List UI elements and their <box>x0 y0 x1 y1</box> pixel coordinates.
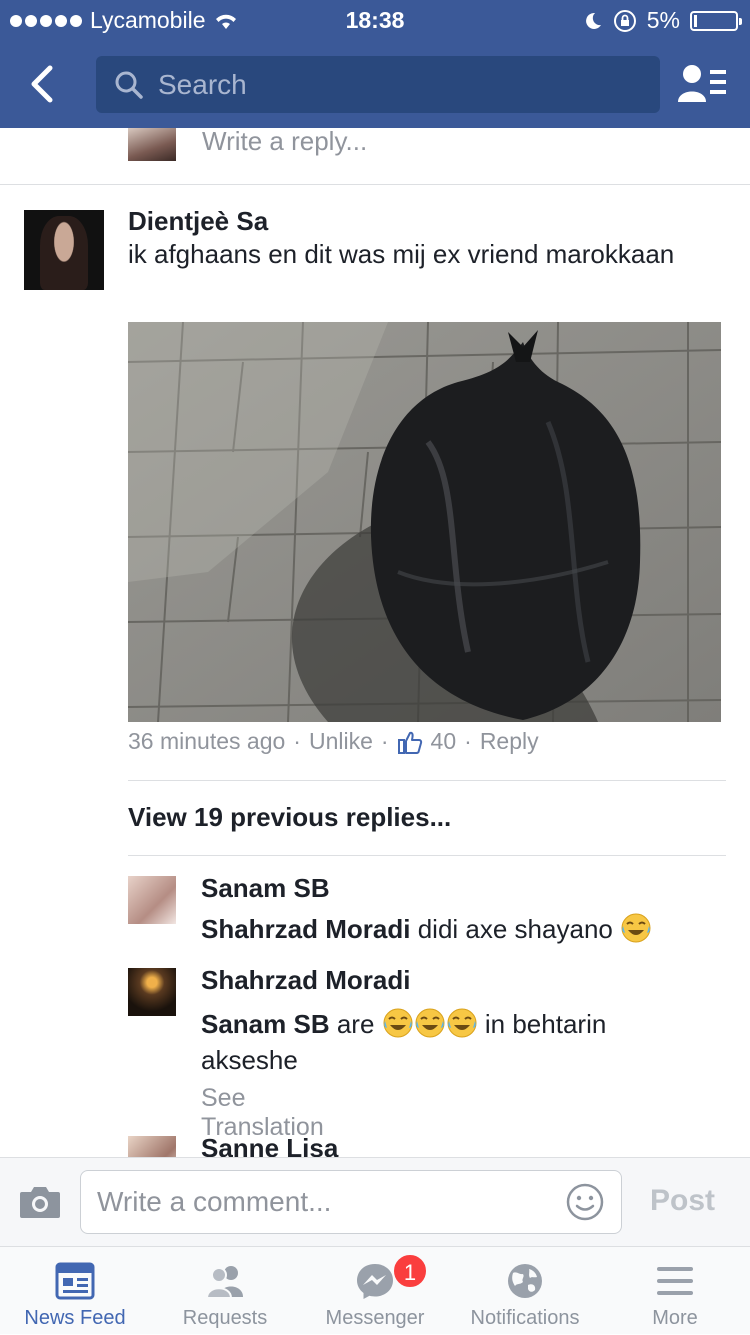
rotation-lock-icon <box>613 9 636 32</box>
comment-timestamp: 36 minutes ago <box>128 728 286 754</box>
like-icon <box>397 731 422 754</box>
tab-label: Messenger <box>325 1307 425 1329</box>
write-reply-input[interactable]: Write a reply... <box>202 128 367 157</box>
back-button[interactable] <box>22 62 66 106</box>
like-count[interactable]: 40 <box>431 728 457 755</box>
moon-icon <box>585 12 601 29</box>
tab-messenger[interactable]: 1 Messenger <box>300 1247 450 1335</box>
comment-meta: 36 minutes ago · Unlike · 40 · Reply <box>128 728 539 755</box>
tab-label: News Feed <box>24 1307 126 1329</box>
tears-of-joy-emoji-icon <box>383 1008 413 1038</box>
news-feed-icon <box>55 1262 95 1300</box>
tab-more[interactable]: More <box>600 1247 750 1335</box>
friends-list-button[interactable] <box>676 60 728 108</box>
reply-link[interactable]: Reply <box>480 728 539 755</box>
tab-label: Requests <box>182 1307 268 1329</box>
unlike-link[interactable]: Unlike <box>309 728 373 755</box>
comment-input[interactable]: Write a comment... <box>80 1170 622 1234</box>
top-nav-bar: Search <box>0 40 750 128</box>
avatar[interactable] <box>128 968 176 1016</box>
reply-author[interactable]: Shahrzad Moradi <box>201 965 410 996</box>
menu-icon <box>657 1267 693 1295</box>
divider <box>128 855 726 856</box>
status-bar: Lycamobile 18:38 5% <box>0 0 750 40</box>
reply-text: Shahrzad Moradi didi axe shayano <box>201 911 701 947</box>
tears-of-joy-emoji-icon <box>415 1008 445 1038</box>
tab-news-feed[interactable]: News Feed <box>0 1247 150 1335</box>
comment-author[interactable]: Dientjeè Sa <box>128 206 268 237</box>
view-previous-replies-link[interactable]: View 19 previous replies... <box>128 802 451 833</box>
battery-percent: 5% <box>646 7 680 33</box>
requests-icon <box>205 1266 243 1299</box>
comment-text: ik afghaans en dit was mij ex vriend mar… <box>128 239 675 269</box>
divider <box>128 780 726 781</box>
avatar <box>128 128 176 161</box>
post-button[interactable]: Post <box>650 1184 715 1218</box>
camera-button[interactable] <box>18 1184 62 1220</box>
tears-of-joy-emoji-icon <box>447 1008 477 1038</box>
tab-label: Notifications <box>470 1307 580 1329</box>
notification-badge: 1 <box>392 1253 428 1289</box>
messenger-icon <box>357 1264 393 1299</box>
comment-photo[interactable] <box>128 322 721 722</box>
search-placeholder: Search <box>158 68 247 100</box>
comment-composer: Write a comment... Post <box>0 1157 750 1246</box>
tab-requests[interactable]: Requests <box>150 1247 300 1335</box>
tab-notifications[interactable]: Notifications <box>450 1247 600 1335</box>
search-icon <box>115 71 143 99</box>
avatar[interactable] <box>128 876 176 924</box>
tab-label: More <box>652 1307 698 1329</box>
reply-mention[interactable]: Shahrzad Moradi <box>201 914 410 944</box>
comment-thread: Write a reply... Dientjeè Sa ik afghaans… <box>0 128 750 1157</box>
comment-placeholder: Write a comment... <box>97 1186 332 1217</box>
reply-mention[interactable]: Sanam SB <box>201 1009 330 1039</box>
battery-icon <box>690 10 742 31</box>
avatar[interactable] <box>128 1136 176 1157</box>
avatar[interactable] <box>24 210 104 290</box>
search-input[interactable]: Search <box>96 56 660 113</box>
reply-author[interactable]: Sanam SB <box>201 873 330 904</box>
reply-author[interactable]: Sanne Lisa <box>201 1133 338 1157</box>
tears-of-joy-emoji-icon <box>621 913 651 943</box>
write-reply-row[interactable]: Write a reply... <box>0 128 750 185</box>
bottom-tab-bar: News Feed Requests 1 Messenger Notificat… <box>0 1246 750 1334</box>
sticker-button[interactable] <box>565 1182 605 1222</box>
globe-icon <box>508 1264 542 1298</box>
reply-text: Sanam SB are in behtarin akseshe <box>201 1008 607 1075</box>
